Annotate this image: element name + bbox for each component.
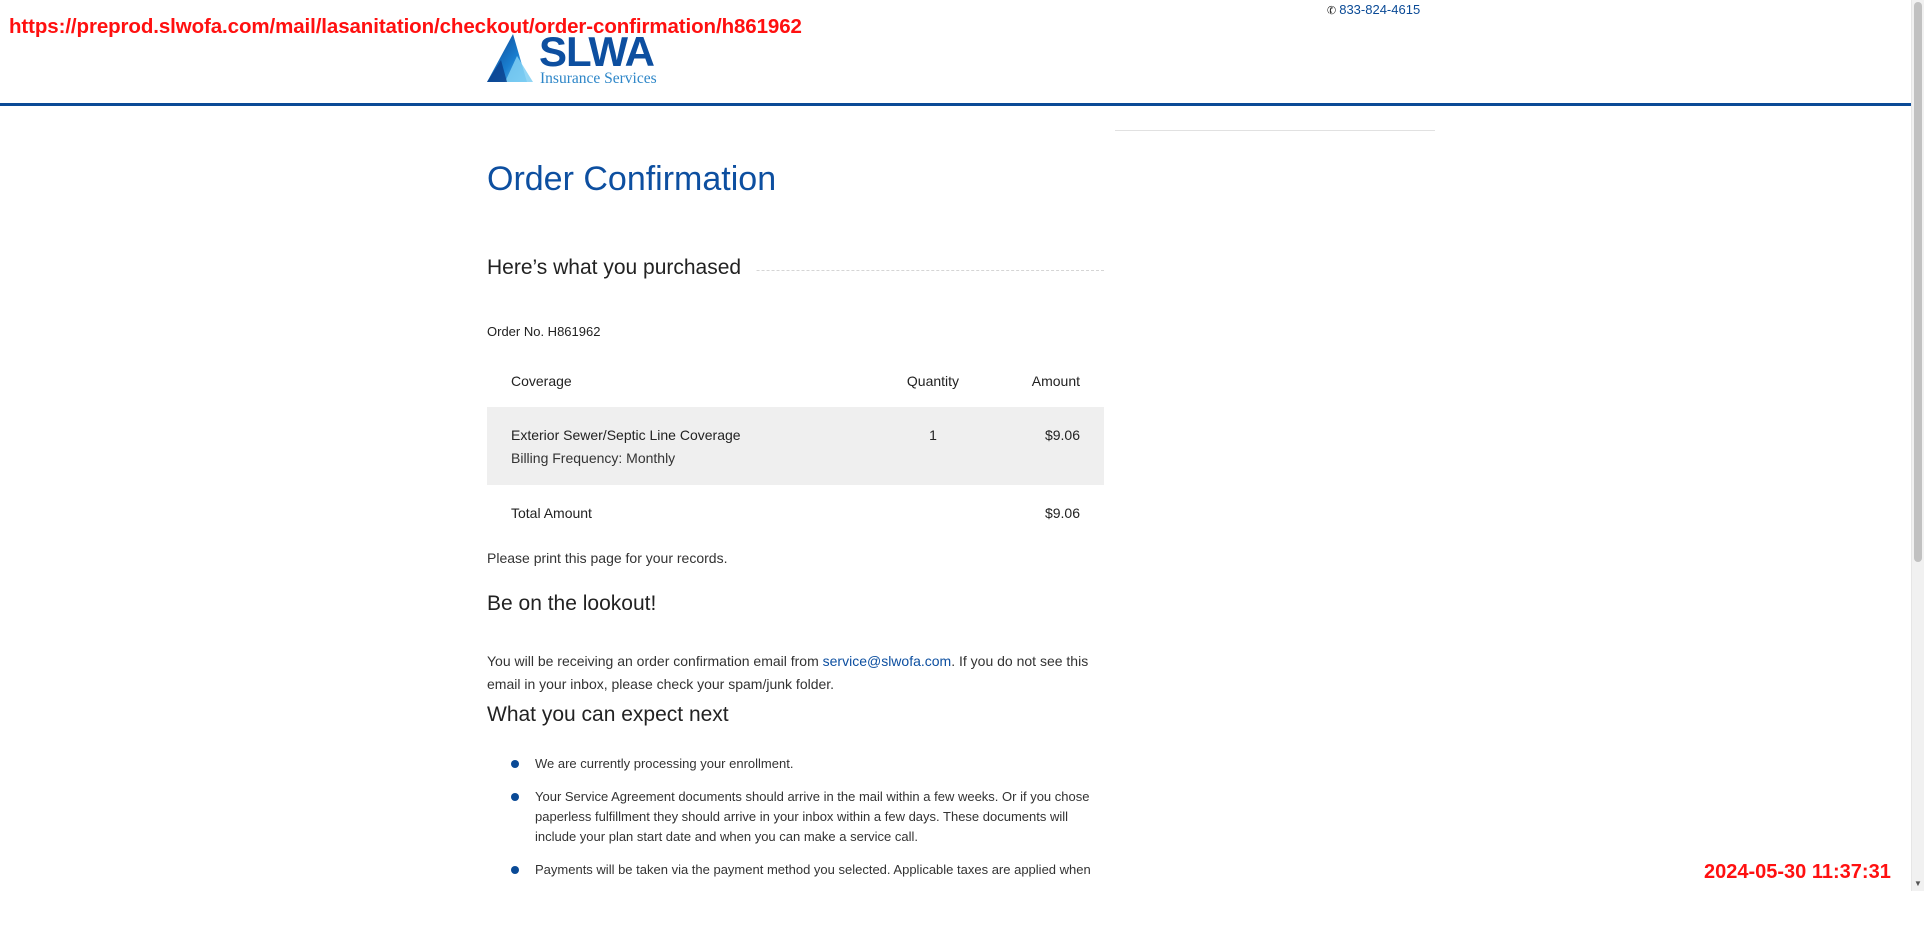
billing-frequency: Billing Frequency: Monthly	[511, 450, 676, 466]
page-title: Order Confirmation	[487, 160, 777, 198]
list-item: We are currently processing your enrollm…	[487, 754, 1104, 774]
item-amount: $9.06	[1044, 427, 1080, 443]
phone-link[interactable]: ✆833-824-4615	[1325, 2, 1421, 18]
purchased-heading: Here’s what you purchased	[487, 256, 756, 280]
browser-viewport: https://preprod.slwofa.com/mail/lasanita…	[0, 0, 1911, 891]
vertical-scrollbar[interactable]: ▼	[1911, 0, 1924, 891]
list-item-text: Your Service Agreement documents should …	[535, 789, 1090, 844]
header-divider	[0, 103, 1911, 106]
phone-number: 833-824-4615	[1339, 2, 1421, 17]
list-item-text: Payments will be taken via the payment m…	[535, 862, 1091, 877]
service-email-link[interactable]: service@slwofa.com	[823, 653, 952, 669]
timestamp-overlay: 2024-05-30 11:37:31	[1704, 861, 1891, 883]
list-item: Payments will be taken via the payment m…	[487, 860, 1104, 880]
sidebar-divider	[1115, 130, 1435, 131]
table-total-row: Total Amount $9.06	[487, 485, 1104, 541]
print-note: Please print this page for your records.	[487, 550, 728, 566]
bullet-icon	[511, 760, 519, 768]
table-row: Exterior Sewer/Septic Line Coverage Bill…	[487, 407, 1104, 485]
purchased-section-header: Here’s what you purchased	[487, 256, 1104, 286]
lookout-paragraph: You will be receiving an order confirmat…	[487, 650, 1104, 696]
total-label: Total Amount	[511, 505, 592, 521]
next-steps-heading: What you can expect next	[487, 703, 729, 726]
lookout-text-before: You will be receiving an order confirmat…	[487, 653, 823, 669]
total-amount: $9.06	[1044, 505, 1080, 521]
column-header-amount: Amount	[1031, 373, 1080, 389]
bullet-icon	[511, 866, 519, 874]
coverage-name: Exterior Sewer/Septic Line Coverage	[511, 427, 741, 443]
column-header-quantity: Quantity	[906, 373, 960, 389]
scrollbar-thumb[interactable]	[1914, 2, 1922, 562]
url-overlay: https://preprod.slwofa.com/mail/lasanita…	[9, 15, 802, 38]
order-table: Coverage Quantity Amount Exterior Sewer/…	[487, 355, 1104, 541]
site-header: https://preprod.slwofa.com/mail/lasanita…	[0, 0, 1911, 104]
order-number: Order No. H861962	[487, 324, 601, 339]
column-header-coverage: Coverage	[511, 373, 572, 389]
lookout-heading: Be on the lookout!	[487, 592, 657, 615]
list-item: Your Service Agreement documents should …	[487, 787, 1104, 847]
scroll-down-arrow-icon[interactable]: ▼	[1912, 877, 1924, 891]
phone-icon: ✆	[1325, 3, 1338, 18]
item-quantity: 1	[929, 427, 937, 443]
blank-area	[0, 891, 1924, 941]
table-header-row: Coverage Quantity Amount	[487, 355, 1104, 407]
list-item-text: We are currently processing your enrollm…	[535, 756, 794, 771]
logo-subtitle: Insurance Services	[540, 70, 657, 87]
bullet-icon	[511, 793, 519, 801]
next-steps-list: We are currently processing your enrollm…	[487, 754, 1104, 891]
